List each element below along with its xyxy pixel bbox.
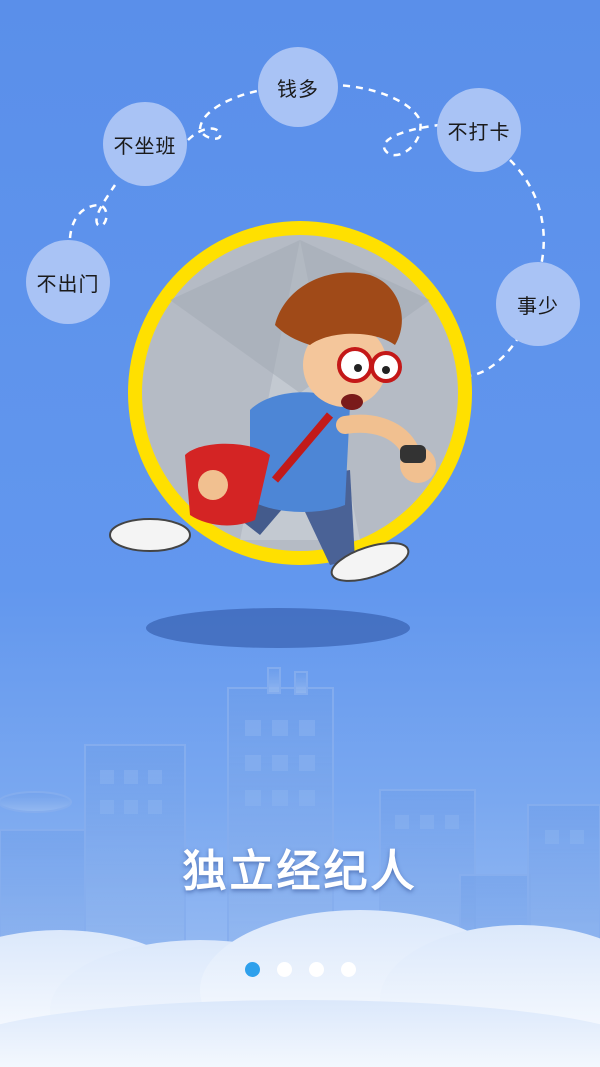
running-boy-illustration [109, 221, 472, 648]
page-indicator [0, 962, 600, 977]
page-dot-1[interactable] [244, 962, 260, 977]
bubble-bu-chu-men: 不出门 [26, 240, 110, 324]
page-dot-2[interactable] [276, 962, 292, 977]
bubble-label: 不出门 [36, 271, 100, 296]
bubble-qian-duo: 钱多 [258, 47, 338, 127]
bubble-shi-shao: 事少 [496, 262, 580, 346]
page-title: 独立经纪人 [182, 846, 418, 897]
bubble-label: 不打卡 [447, 119, 511, 144]
bubble-label: 事少 [517, 293, 559, 318]
bubble-label: 不坐班 [113, 133, 177, 158]
bubble-label: 钱多 [277, 76, 319, 101]
bubble-bu-zuo-ban: 不坐班 [103, 102, 187, 186]
page-dot-3[interactable] [308, 962, 324, 977]
bubble-bu-da-ka: 不打卡 [437, 88, 521, 172]
page-dot-4[interactable] [340, 962, 356, 977]
